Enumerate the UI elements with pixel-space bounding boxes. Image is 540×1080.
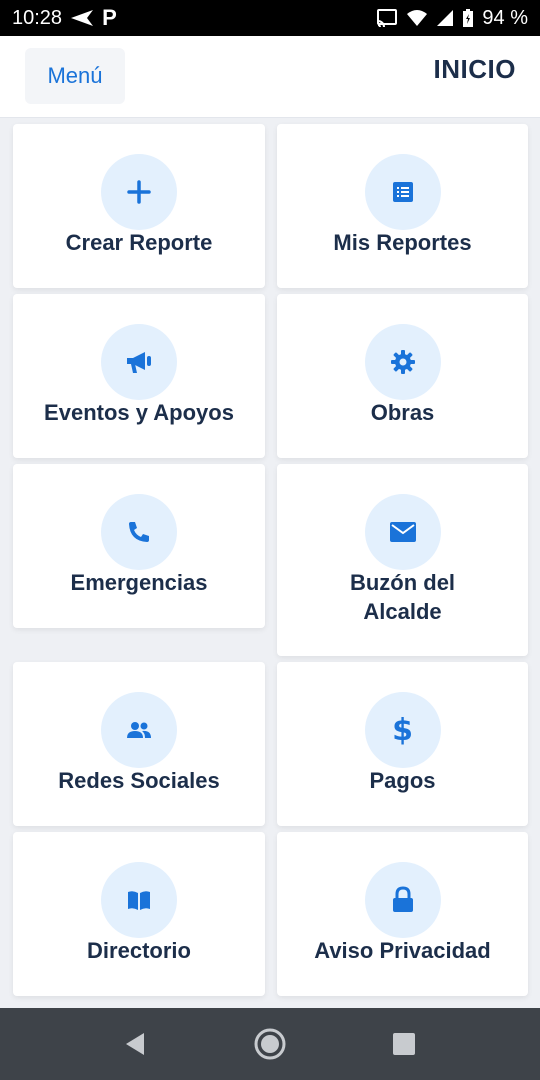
cast-icon xyxy=(376,9,398,27)
tile-label: Mis Reportes xyxy=(333,230,472,255)
clock: 10:28 xyxy=(12,6,63,29)
status-bar: 10:28 P 94 % xyxy=(0,0,540,36)
recents-icon[interactable] xyxy=(379,1019,429,1069)
people-icon xyxy=(101,692,177,768)
tile-label: Aviso Privacidad xyxy=(314,938,491,963)
tile-label: Redes Sociales xyxy=(58,768,220,793)
tile-redes-sociales[interactable]: Redes Sociales xyxy=(13,662,265,826)
tile-emergencias[interactable]: Emergencias xyxy=(13,464,265,628)
phone-icon xyxy=(101,494,177,570)
tile-crear-reporte[interactable]: Crear Reporte xyxy=(13,124,265,288)
send-icon xyxy=(70,9,94,27)
tile-label: Eventos y Apoyos xyxy=(44,400,234,425)
tile-label: Directorio xyxy=(87,938,191,963)
wifi-icon xyxy=(406,9,428,27)
battery-percent: 94 % xyxy=(482,6,528,29)
parking-icon: P xyxy=(102,5,117,30)
back-icon[interactable] xyxy=(111,1019,161,1069)
tile-pagos[interactable]: $ Pagos xyxy=(277,662,528,826)
lock-icon xyxy=(364,862,441,938)
signal-icon xyxy=(436,9,454,27)
tile-mis-reportes[interactable]: Mis Reportes xyxy=(277,124,528,288)
menu-grid: Crear Reporte Mis Reportes Eventos y Apo… xyxy=(0,118,540,1008)
gear-icon xyxy=(364,324,441,400)
menu-button[interactable]: Menú xyxy=(25,48,125,104)
home-icon[interactable] xyxy=(245,1019,295,1069)
dollar-icon: $ xyxy=(364,692,441,768)
page-title: INICIO xyxy=(433,54,516,84)
book-icon xyxy=(101,862,177,938)
megaphone-icon xyxy=(101,324,177,400)
tile-obras[interactable]: Obras xyxy=(277,294,528,458)
battery-icon xyxy=(462,8,474,28)
plus-icon xyxy=(101,154,177,230)
tile-label: Pagos xyxy=(369,768,436,793)
tile-aviso-privacidad[interactable]: Aviso Privacidad xyxy=(277,832,528,996)
app-header: Menú INICIO xyxy=(0,36,540,118)
tile-directorio[interactable]: Directorio xyxy=(13,832,265,996)
tile-label: Emergencias xyxy=(70,570,208,595)
tile-label: Obras xyxy=(370,400,435,425)
tile-eventos-apoyos[interactable]: Eventos y Apoyos xyxy=(13,294,265,458)
mail-icon xyxy=(364,494,441,570)
list-icon xyxy=(364,154,441,230)
system-nav-bar xyxy=(0,1008,540,1080)
tile-label: Crear Reporte xyxy=(65,230,213,255)
tile-label: Buzón del Alcalde xyxy=(349,570,456,624)
tile-buzon-alcalde[interactable]: Buzón del Alcalde xyxy=(277,464,528,656)
